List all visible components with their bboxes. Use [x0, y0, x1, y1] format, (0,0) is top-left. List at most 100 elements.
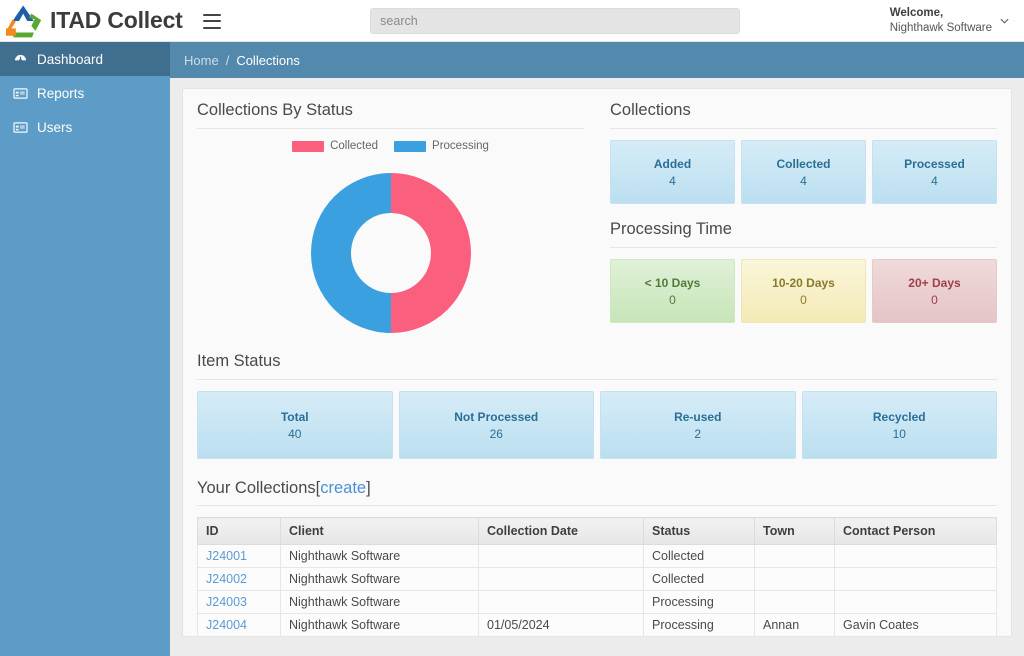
collection-id-link[interactable]: J24002	[206, 572, 247, 586]
brand[interactable]: ITAD Collect	[0, 3, 183, 39]
column-header-client[interactable]: Client	[280, 517, 479, 545]
legend-swatch-collected	[292, 140, 325, 152]
chevron-down-icon[interactable]	[999, 15, 1010, 26]
table-header: ID Client Collection Date Status Town Co…	[197, 517, 997, 545]
card-value: 26	[489, 426, 503, 441]
cell-date	[478, 544, 644, 568]
card-value: 0	[669, 292, 676, 307]
collections-table: ID Client Collection Date Status Town Co…	[197, 517, 997, 637]
collection-id-link[interactable]: J24001	[206, 549, 247, 563]
stat-card-processed[interactable]: Processed 4	[872, 140, 997, 204]
sidebar-item-dashboard[interactable]: Dashboard	[0, 42, 170, 76]
breadcrumb: Home / Collections	[170, 42, 1024, 78]
divider	[610, 247, 997, 248]
card-label: Added	[653, 156, 692, 171]
donut-slice-collected[interactable]	[390, 173, 471, 333]
stat-card-reused[interactable]: Re-used 2	[600, 391, 796, 459]
hamburger-menu-icon[interactable]	[202, 13, 221, 29]
sidebar-item-users[interactable]: Users	[0, 110, 170, 144]
create-collection-link[interactable]: create	[320, 479, 366, 497]
item-status-cards: Total 40 Not Processed 26 Re-used 2 Recy…	[197, 391, 997, 459]
user-name: Nighthawk Software	[889, 21, 992, 34]
donut-chart-svg[interactable]	[305, 167, 477, 339]
card-label: Total	[280, 409, 309, 424]
sidebar-item-reports[interactable]: Reports	[0, 76, 170, 110]
card-value: 2	[694, 426, 702, 441]
column-header-town[interactable]: Town	[754, 517, 835, 545]
table-row[interactable]: J24003 Nighthawk Software Processing	[197, 590, 997, 614]
item-status-section: Item Status Total 40 Not Processed 26 Re…	[197, 352, 997, 459]
card-value: 4	[931, 173, 938, 188]
chart-legend: Collected Processing	[197, 140, 584, 152]
sidebar-item-label: Dashboard	[37, 51, 104, 67]
brand-name: ITAD Collect	[50, 7, 183, 33]
search-container	[221, 7, 890, 34]
users-list-icon	[13, 121, 28, 133]
table-header-row: ID Client Collection Date Status Town Co…	[197, 517, 997, 545]
divider	[197, 505, 997, 506]
legend-label: Collected	[330, 140, 379, 152]
cell-town	[754, 567, 835, 591]
cell-date: 01/05/2024	[478, 613, 644, 637]
stat-card-collected[interactable]: Collected 4	[741, 140, 866, 204]
table-row[interactable]: J24001 Nighthawk Software Collected	[197, 544, 997, 568]
breadcrumb-home[interactable]: Home	[184, 53, 219, 68]
stat-card-20-plus-days[interactable]: 20+ Days 0	[872, 259, 997, 323]
card-label: 20+ Days	[908, 275, 961, 290]
column-header-id[interactable]: ID	[197, 517, 281, 545]
divider	[197, 128, 584, 129]
collection-id-link[interactable]: J24004	[206, 618, 247, 632]
stat-card-total[interactable]: Total 40	[197, 391, 393, 459]
stat-card-under-10-days[interactable]: < 10 Days 0	[610, 259, 735, 323]
cell-date	[478, 567, 644, 591]
stat-card-recycled[interactable]: Recycled 10	[801, 391, 997, 459]
sidebar: Dashboard Reports Users	[0, 42, 170, 656]
stat-card-added[interactable]: Added 4	[610, 140, 735, 204]
collections-cards: Added 4 Collected 4 Processed 4	[610, 140, 997, 204]
user-menu[interactable]: Welcome, Nighthawk Software	[890, 6, 1024, 35]
cell-contact: Gavin Coates	[834, 613, 997, 637]
cell-status: Processing	[643, 590, 755, 614]
collections-section: Collections Added 4 Collected 4 Processe…	[610, 101, 997, 348]
cell-status: Collected	[643, 567, 755, 591]
column-header-contact[interactable]: Contact Person	[834, 517, 997, 545]
collections-by-status-section: Collections By Status Collected Processi…	[197, 101, 584, 348]
stat-card-10-20-days[interactable]: 10-20 Days 0	[741, 259, 866, 323]
table-row[interactable]: J24004 Nighthawk Software 01/05/2024 Pro…	[197, 613, 997, 637]
dashboard-gauge-icon	[14, 54, 27, 62]
card-label: < 10 Days	[644, 275, 701, 290]
recycle-triangle-logo-icon	[6, 4, 42, 37]
section-title: Collections	[610, 101, 691, 119]
sidebar-item-label: Reports	[37, 85, 85, 101]
legend-item-collected: Collected	[292, 140, 378, 152]
column-header-date[interactable]: Collection Date	[478, 517, 644, 545]
table-body: J24001 Nighthawk Software Collected J240…	[197, 544, 997, 637]
cell-id[interactable]: J24003	[197, 590, 281, 614]
cell-id[interactable]: J24001	[197, 544, 281, 568]
bracket-close: ]	[366, 479, 371, 497]
cell-id[interactable]: J24002	[197, 567, 281, 591]
your-collections-title: Your Collections[create]	[197, 479, 997, 505]
legend-label: Processing	[432, 140, 489, 152]
cell-status: Processing	[643, 613, 755, 637]
stat-card-not-processed[interactable]: Not Processed 26	[398, 391, 594, 459]
card-label: Recycled	[872, 409, 926, 424]
search-input[interactable]	[370, 7, 741, 34]
collection-id-link[interactable]: J24003	[206, 595, 247, 609]
cell-town	[754, 544, 835, 568]
column-header-status[interactable]: Status	[643, 517, 755, 545]
table-row[interactable]: J24002 Nighthawk Software Collected	[197, 567, 997, 591]
cell-contact	[834, 590, 997, 614]
card-label: Not Processed	[454, 409, 539, 424]
sidebar-item-label: Users	[37, 119, 73, 135]
divider	[197, 379, 997, 380]
card-value: 4	[800, 173, 807, 188]
top-header-bar: ITAD Collect Welcome, Nighthawk Software	[0, 0, 1024, 42]
cell-id[interactable]: J24004	[197, 613, 281, 637]
dashboard-panel: Collections By Status Collected Processi…	[182, 88, 1012, 637]
title-text: Your Collections	[197, 479, 316, 497]
section-title: Processing Time	[610, 220, 732, 238]
processing-time-cards: < 10 Days 0 10-20 Days 0 20+ Days 0	[610, 259, 997, 323]
donut-slice-processing[interactable]	[310, 173, 391, 333]
card-label: Re-used	[674, 409, 722, 424]
